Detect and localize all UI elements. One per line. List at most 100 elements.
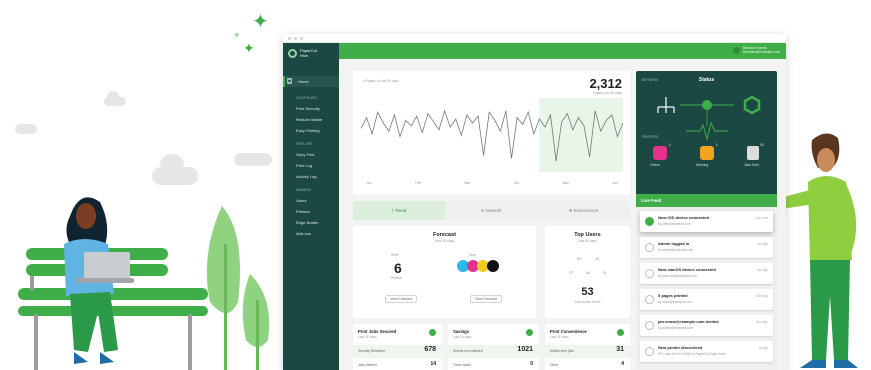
pages-trend-chart: Jan Feb Mar Apr May Jun xyxy=(361,98,623,185)
top-users-card: Top Users Last 30 days BH JM RT AK SL 53… xyxy=(545,226,630,318)
summary-row-value: 678 xyxy=(424,346,436,353)
status-ok-icon xyxy=(702,100,712,110)
tab-trend[interactable]: ⌇ Trend xyxy=(353,201,445,220)
refill-label: Refill xyxy=(391,253,399,257)
chart-legend: ● Pages ● Last 90 days xyxy=(363,79,399,83)
top-user-initials: BH xyxy=(577,257,582,261)
summary-row-value: 31 xyxy=(616,346,624,353)
top-user-initials: AK xyxy=(586,271,591,275)
summary-card-title: Savings xyxy=(453,329,470,334)
live-feed-panel: Live Feed New iOS device connected by us… xyxy=(636,194,777,370)
live-feed-item[interactable]: New iOS device connected by user@example… xyxy=(640,211,773,232)
feed-item-subtitle: by admin@example.com xyxy=(658,248,694,252)
feed-item-title: New printer discovered xyxy=(658,345,703,350)
chart-highlight-range xyxy=(539,98,623,172)
summary-card-icon xyxy=(429,329,436,336)
papercut-logo[interactable]: PaperCut Hive xyxy=(283,43,339,58)
cloud-decoration xyxy=(107,91,119,102)
feed-item-age: 8m ago xyxy=(757,268,768,272)
sidebar-section-manage: MANAGE xyxy=(283,78,339,195)
view-forecast-toner-button[interactable]: View Forecast xyxy=(470,295,502,303)
top-users-subtitle: Last 30 days xyxy=(578,239,597,243)
refill-unit: Reams xyxy=(391,276,402,280)
summary-card: Print Jobs Secured Last 30 days Security… xyxy=(353,324,442,370)
live-feed-item[interactable]: New printer discovered HP LaserJet Pro M… xyxy=(640,341,773,362)
summary-row-label: Security Released xyxy=(358,349,385,353)
view-forecast-button[interactable]: View Forecast xyxy=(385,295,417,303)
summary-row-value: 0 xyxy=(530,361,533,367)
active-users-subtitle: Total active Users xyxy=(574,300,601,304)
warning-count: 1 xyxy=(716,143,718,147)
feed-item-title: jon.snow@example.com invited xyxy=(658,319,719,324)
top-bar: Brendan Harris brendan@example.com xyxy=(339,43,786,59)
forecast-subtitle: Next 30 days xyxy=(434,239,455,243)
forecast-card: Forecast Next 30 days Refill 6 Reams Ton… xyxy=(353,226,536,318)
x-tick-label: Jun xyxy=(612,181,618,185)
feed-item-age: 20m ago xyxy=(755,320,768,324)
online-label: Online xyxy=(650,163,660,167)
sidebar-item-printers[interactable]: Printers xyxy=(283,206,339,217)
sidebar-item-print-security[interactable]: Print Security xyxy=(283,103,339,114)
jobs-held-label: Jobs Held xyxy=(744,163,759,167)
sidebar-item-story-tree[interactable]: Story Tree xyxy=(283,149,339,160)
hero-illustration: ✦ ✦ ✦ PaperCut Hive Home CONFIGURE Print… xyxy=(0,0,871,370)
summary-card: Savings Last 30 days Sheets not collecte… xyxy=(448,324,539,370)
papercut-dashboard-window: PaperCut Hive Home CONFIGURE Print Secur… xyxy=(283,34,786,370)
live-feed-item[interactable]: 5 pages printed by mark@example.com 12m … xyxy=(640,289,773,310)
sidebar-item-users[interactable]: Users xyxy=(283,195,339,206)
sidebar-item-add-ons[interactable]: Add-ons xyxy=(283,228,339,239)
sidebar-section-configure: CONFIGURE xyxy=(283,78,339,103)
top-user-initials: JM xyxy=(595,257,600,261)
user-email: brendan@example.com xyxy=(742,50,780,54)
cloud-decoration xyxy=(160,154,184,176)
plant-illustration xyxy=(206,206,270,370)
refill-value: 6 xyxy=(394,260,402,276)
feed-item-subtitle: by jane.doe@example.com xyxy=(658,274,697,278)
cloud-decoration xyxy=(15,124,37,134)
live-feed-item[interactable]: jon.snow@example.com invited by admin@ex… xyxy=(640,315,773,336)
live-feed-item[interactable]: New macOS device connected by jane.doe@e… xyxy=(640,263,773,284)
logo-ring-icon xyxy=(288,49,297,58)
sidebar-item-print-log[interactable]: Print Log xyxy=(283,160,339,171)
sidebar-item-edge-nodes[interactable]: Edge Nodes xyxy=(283,217,339,228)
printer-status-jobs-held[interactable] xyxy=(747,146,759,160)
feed-item-title: Admin logged in xyxy=(658,241,690,246)
forecast-title: Forecast xyxy=(433,232,456,238)
feed-item-title: New iOS device connected xyxy=(658,215,709,220)
feed-status-icon xyxy=(645,243,654,252)
summary-card: Print Convenience Last 30 days Mobile pr… xyxy=(545,324,630,370)
x-tick-label: Mar xyxy=(464,181,471,185)
tab-environment[interactable]: ❦ Environment xyxy=(537,201,630,220)
chart-tabs: ⌇ Trend ⋔ Network ❦ Environment xyxy=(353,201,630,220)
summary-row-value: 14 xyxy=(430,361,436,367)
tab-network[interactable]: ⋔ Network xyxy=(445,201,537,220)
feed-item-title: New macOS device connected xyxy=(658,267,716,272)
feed-status-icon xyxy=(645,269,654,278)
top-users-title: Top Users xyxy=(574,232,601,238)
feed-status-icon xyxy=(645,321,654,330)
check-circle-icon xyxy=(645,217,654,226)
user-menu[interactable]: Brendan Harris brendan@example.com xyxy=(732,46,780,54)
sidebar-item-activity-log[interactable]: Activity Log xyxy=(283,171,339,182)
sidebar-item-reduce-waste[interactable]: Reduce Waste xyxy=(283,114,339,125)
sidebar-nav: Home CONFIGURE Print Security Reduce Was… xyxy=(283,76,339,239)
feed-item-subtitle: by admin@example.com xyxy=(658,326,694,330)
papercut-hex-icon xyxy=(743,95,761,115)
top-user-initials: SL xyxy=(603,271,608,275)
printer-status-warning[interactable] xyxy=(700,146,714,160)
printers-label: PRINTERS xyxy=(642,135,659,139)
feed-item-title: 5 pages printed xyxy=(658,293,688,298)
sidebar: PaperCut Hive Home CONFIGURE Print Secur… xyxy=(283,43,339,370)
summary-card-title: Print Convenience xyxy=(550,329,587,334)
printer-status-online[interactable] xyxy=(653,146,667,160)
manage-icon xyxy=(287,78,292,83)
person-on-bench-illustration xyxy=(18,197,208,370)
sidebar-item-easy-printing[interactable]: Easy Printing xyxy=(283,125,339,136)
live-feed-item[interactable]: Admin logged in by admin@example.com 5m … xyxy=(640,237,773,258)
total-pages-subtitle: Pages Last 30 days xyxy=(593,91,622,95)
active-users-value: 53 xyxy=(581,286,594,298)
feed-status-icon xyxy=(645,295,654,304)
pages-chart-card: ● Pages ● Last 90 days 2,312 Pages Last … xyxy=(353,71,630,195)
status-title: Status xyxy=(698,77,715,83)
logo-line2: Hive xyxy=(300,52,309,58)
